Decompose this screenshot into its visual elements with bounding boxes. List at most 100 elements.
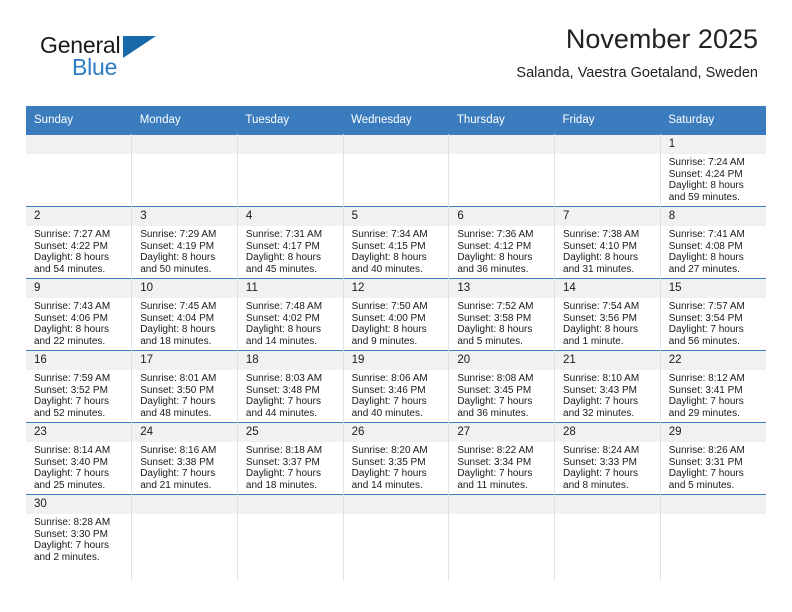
weekday-header-friday: Friday bbox=[554, 106, 661, 135]
day-sun-info bbox=[449, 514, 554, 517]
day-info-line: and 21 minutes. bbox=[140, 479, 212, 491]
day-info-line: Sunrise: 7:31 AM bbox=[245, 229, 323, 240]
calendar-day-cell[interactable]: 16 Sunrise: 7:59 AM Sunset: 3:52 PM Dayligh… bbox=[26, 350, 133, 423]
calendar-day-cell[interactable]: 15 Sunrise: 7:57 AM Sunset: 3:54 PM Dayligh… bbox=[659, 278, 766, 351]
day-info-line: Sunrise: 8:24 AM bbox=[563, 445, 640, 456]
calendar-day-cell[interactable]: 29 Sunrise: 8:26 AM Sunset: 3:31 PM Dayligh… bbox=[659, 422, 766, 495]
day-sun-info: Sunrise: 8:03 AM Sunset: 3:48 PM Daylight:… bbox=[238, 370, 343, 419]
day-info-line: Sunset: 3:35 PM bbox=[351, 456, 426, 468]
calendar-day-cell[interactable]: 14 Sunrise: 7:54 AM Sunset: 3:56 PM Dayligh… bbox=[554, 278, 661, 351]
day-number: 10 bbox=[132, 279, 237, 298]
day-sun-info: Sunrise: 7:52 AM Sunset: 3:58 PM Daylight:… bbox=[449, 298, 554, 347]
calendar-day-cell[interactable]: 20 Sunrise: 8:08 AM Sunset: 3:45 PM Dayligh… bbox=[448, 350, 556, 423]
day-number: 23 bbox=[26, 423, 132, 442]
day-info-line: Sunrise: 7:38 AM bbox=[563, 229, 640, 240]
day-info-line: and 56 minutes. bbox=[668, 335, 740, 347]
day-info-line: Daylight: 8 hours bbox=[563, 252, 639, 264]
calendar-day-cell[interactable]: 12 Sunrise: 7:50 AM Sunset: 4:00 PM Dayligh… bbox=[342, 278, 450, 351]
day-info-line: Daylight: 7 hours bbox=[34, 468, 110, 480]
day-info-line: Daylight: 8 hours bbox=[668, 180, 744, 192]
calendar-day-cell[interactable]: 30 Sunrise: 8:28 AM Sunset: 3:30 PM Dayligh… bbox=[26, 494, 133, 581]
day-sun-info bbox=[132, 154, 237, 157]
calendar-day-cell[interactable]: 21 Sunrise: 8:10 AM Sunset: 3:43 PM Dayligh… bbox=[554, 350, 661, 423]
day-info-line: and 27 minutes. bbox=[668, 263, 740, 275]
calendar-week-row: 30 Sunrise: 8:28 AM Sunset: 3:30 PM Dayligh… bbox=[26, 494, 766, 581]
calendar-empty-cell bbox=[26, 134, 133, 207]
calendar-day-cell[interactable]: 28 Sunrise: 8:24 AM Sunset: 3:33 PM Dayligh… bbox=[554, 422, 661, 495]
day-number bbox=[660, 495, 766, 514]
day-info-line: Sunrise: 7:43 AM bbox=[34, 301, 111, 312]
day-info-line: and 1 minute. bbox=[563, 335, 624, 347]
calendar-day-cell[interactable]: 19 Sunrise: 8:06 AM Sunset: 3:46 PM Dayligh… bbox=[342, 350, 450, 423]
day-info-line: Sunrise: 7:52 AM bbox=[457, 301, 534, 312]
day-sun-info: Sunrise: 7:43 AM Sunset: 4:06 PM Daylight:… bbox=[26, 298, 131, 347]
calendar-day-cell[interactable]: 9 Sunrise: 7:43 AM Sunset: 4:06 PM Daylight… bbox=[26, 278, 133, 351]
day-number bbox=[449, 135, 555, 154]
calendar-day-cell[interactable]: 7 Sunrise: 7:38 AM Sunset: 4:10 PM Daylight… bbox=[554, 206, 661, 279]
calendar-day-cell[interactable]: 6 Sunrise: 7:36 AM Sunset: 4:12 PM Daylight… bbox=[448, 206, 556, 279]
calendar-week-row: 16 Sunrise: 7:59 AM Sunset: 3:52 PM Dayligh… bbox=[26, 350, 766, 423]
day-info-line: Daylight: 7 hours bbox=[668, 324, 744, 336]
day-sun-info bbox=[449, 154, 554, 157]
calendar-day-cell[interactable]: 22 Sunrise: 8:12 AM Sunset: 3:41 PM Dayligh… bbox=[659, 350, 766, 423]
calendar-day-cell[interactable]: 18 Sunrise: 8:03 AM Sunset: 3:48 PM Dayligh… bbox=[236, 350, 344, 423]
calendar-day-cell[interactable]: 3 Sunrise: 7:29 AM Sunset: 4:19 PM Daylight… bbox=[131, 206, 238, 279]
day-number bbox=[132, 135, 237, 154]
day-sun-info: Sunrise: 8:01 AM Sunset: 3:50 PM Daylight:… bbox=[132, 370, 237, 419]
calendar-day-cell[interactable]: 27 Sunrise: 8:22 AM Sunset: 3:34 PM Dayligh… bbox=[448, 422, 556, 495]
day-number bbox=[237, 135, 343, 154]
day-sun-info: Sunrise: 7:50 AM Sunset: 4:00 PM Daylight:… bbox=[344, 298, 449, 347]
calendar-day-cell[interactable]: 5 Sunrise: 7:34 AM Sunset: 4:15 PM Daylight… bbox=[342, 206, 450, 279]
calendar-day-cell[interactable]: 1 Sunrise: 7:24 AM Sunset: 4:24 PM Daylight… bbox=[659, 134, 766, 207]
day-info-line: Sunrise: 8:16 AM bbox=[140, 445, 217, 456]
day-sun-info: Sunrise: 7:24 AM Sunset: 4:24 PM Daylight:… bbox=[661, 154, 766, 203]
calendar-day-cell[interactable]: 25 Sunrise: 8:18 AM Sunset: 3:37 PM Dayligh… bbox=[236, 422, 344, 495]
day-info-line: and 40 minutes. bbox=[351, 263, 423, 275]
day-sun-info: Sunrise: 7:27 AM Sunset: 4:22 PM Daylight:… bbox=[26, 226, 131, 275]
day-info-line: Sunset: 4:00 PM bbox=[351, 312, 426, 324]
day-sun-info: Sunrise: 8:16 AM Sunset: 3:38 PM Daylight:… bbox=[132, 442, 237, 491]
calendar-day-cell[interactable]: 4 Sunrise: 7:31 AM Sunset: 4:17 PM Daylight… bbox=[236, 206, 344, 279]
calendar-day-cell[interactable]: 2 Sunrise: 7:27 AM Sunset: 4:22 PM Daylight… bbox=[26, 206, 133, 279]
calendar-day-cell[interactable]: 17 Sunrise: 8:01 AM Sunset: 3:50 PM Dayligh… bbox=[131, 350, 238, 423]
day-info-line: Sunrise: 7:45 AM bbox=[140, 301, 217, 312]
calendar-week-row: 1 Sunrise: 7:24 AM Sunset: 4:24 PM Daylight… bbox=[26, 134, 766, 207]
day-info-line: Sunrise: 7:48 AM bbox=[245, 301, 323, 312]
day-info-line: and 9 minutes. bbox=[351, 335, 418, 347]
calendar-day-cell[interactable]: 24 Sunrise: 8:16 AM Sunset: 3:38 PM Dayligh… bbox=[131, 422, 238, 495]
day-info-line: Sunrise: 8:22 AM bbox=[457, 445, 534, 456]
day-info-line: and 29 minutes. bbox=[668, 407, 740, 419]
day-info-line: and 25 minutes. bbox=[34, 479, 106, 491]
day-info-line: Daylight: 8 hours bbox=[457, 252, 533, 264]
calendar-day-cell[interactable]: 10 Sunrise: 7:45 AM Sunset: 4:04 PM Dayligh… bbox=[131, 278, 238, 351]
day-info-line: Daylight: 8 hours bbox=[668, 252, 744, 264]
calendar-day-cell[interactable]: 8 Sunrise: 7:41 AM Sunset: 4:08 PM Daylight… bbox=[659, 206, 766, 279]
page-title: November 2025 bbox=[565, 24, 758, 54]
day-number: 20 bbox=[449, 351, 555, 370]
calendar-day-cell[interactable]: 23 Sunrise: 8:14 AM Sunset: 3:40 PM Dayligh… bbox=[26, 422, 133, 495]
day-info-line: Sunset: 4:15 PM bbox=[351, 240, 426, 252]
day-sun-info bbox=[344, 154, 449, 157]
day-info-line: and 36 minutes. bbox=[457, 407, 529, 419]
day-sun-info: Sunrise: 8:24 AM Sunset: 3:33 PM Daylight:… bbox=[555, 442, 660, 491]
day-sun-info bbox=[26, 154, 131, 157]
calendar-day-cell[interactable]: 26 Sunrise: 8:20 AM Sunset: 3:35 PM Dayligh… bbox=[342, 422, 450, 495]
day-number bbox=[449, 495, 555, 514]
day-number: 8 bbox=[660, 207, 766, 226]
day-info-line: Daylight: 7 hours bbox=[245, 396, 321, 408]
day-info-line: Sunrise: 7:24 AM bbox=[668, 157, 745, 168]
day-info-line: and 31 minutes. bbox=[563, 263, 635, 275]
day-number bbox=[555, 495, 660, 514]
calendar-day-cell[interactable]: 11 Sunrise: 7:48 AM Sunset: 4:02 PM Dayligh… bbox=[236, 278, 344, 351]
day-sun-info bbox=[344, 514, 449, 517]
day-info-line: Sunset: 4:17 PM bbox=[245, 240, 320, 252]
day-number: 27 bbox=[449, 423, 555, 442]
day-sun-info: Sunrise: 8:12 AM Sunset: 3:41 PM Daylight:… bbox=[661, 370, 766, 419]
day-number: 7 bbox=[555, 207, 660, 226]
day-info-line: Sunset: 3:34 PM bbox=[457, 456, 532, 468]
calendar-day-cell[interactable]: 13 Sunrise: 7:52 AM Sunset: 3:58 PM Dayligh… bbox=[448, 278, 556, 351]
day-info-line: and 8 minutes. bbox=[563, 479, 629, 491]
day-info-line: Sunrise: 8:20 AM bbox=[351, 445, 428, 456]
day-sun-info: Sunrise: 8:20 AM Sunset: 3:35 PM Daylight:… bbox=[344, 442, 449, 491]
day-info-line: Sunrise: 8:10 AM bbox=[563, 373, 640, 384]
